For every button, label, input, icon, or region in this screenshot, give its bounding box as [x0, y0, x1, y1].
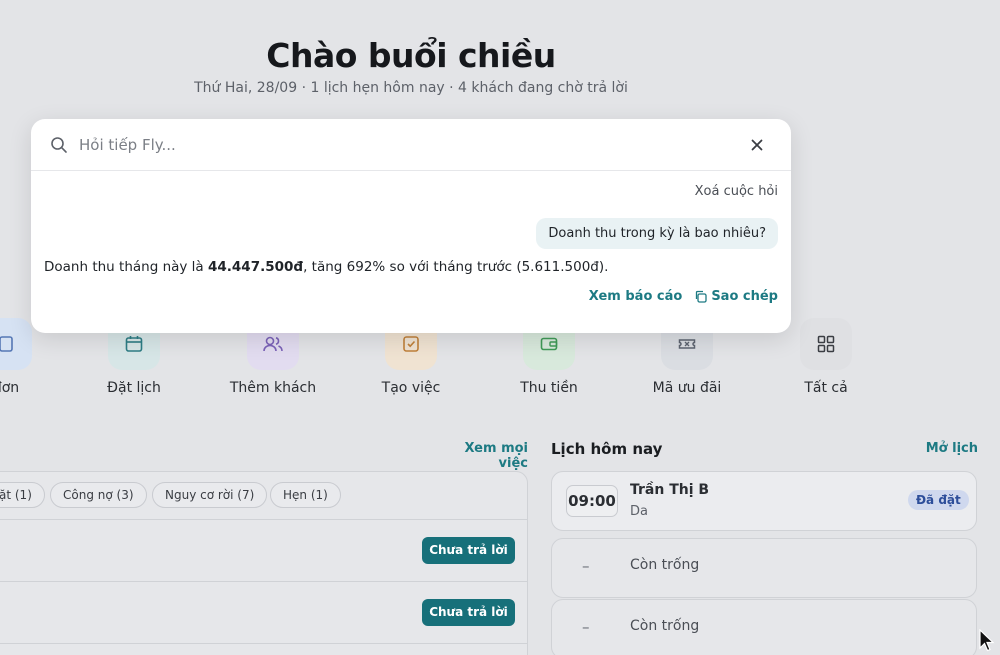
- quick-action-label: Đặt lịch: [107, 380, 161, 396]
- divider: [0, 581, 528, 582]
- status-badge: Đã đặt: [908, 490, 969, 510]
- answer-actions: Xem báo cáo Sao chép: [589, 289, 778, 307]
- mouse-cursor-icon: [979, 629, 995, 652]
- clear-conversation-link[interactable]: Xoá cuộc hỏi: [695, 184, 778, 199]
- answer-suffix: , tăng 692% so với tháng trước (5.611.50…: [303, 259, 609, 275]
- search-icon: [51, 137, 67, 153]
- schedule-slot-empty[interactable]: – Còn trống: [551, 599, 977, 655]
- chip-booked[interactable]: ặt (1): [0, 482, 45, 508]
- answer-amount: 44.447.500đ: [208, 259, 304, 275]
- ask-fly-popup: Xoá cuộc hỏi Doanh thu trong kỳ là bao n…: [31, 119, 791, 333]
- view-all-tasks-link[interactable]: Xem mọi việc: [440, 441, 529, 471]
- schedule-slot-empty[interactable]: – Còn trống: [551, 538, 977, 598]
- view-report-link[interactable]: Xem báo cáo: [589, 289, 683, 304]
- divider: [0, 519, 528, 520]
- copy-icon[interactable]: [694, 290, 707, 303]
- quick-action-label: Tạo việc: [381, 380, 441, 396]
- slot-time: –: [582, 618, 590, 636]
- search-bar: [31, 119, 791, 171]
- schedule-title: Lịch hôm nay: [551, 440, 663, 458]
- slot-customer: Trần Thị B: [630, 482, 710, 498]
- slot-service: Da: [630, 504, 648, 519]
- unanswered-button[interactable]: Chưa trả lời: [422, 537, 515, 564]
- answer-prefix: Doanh thu tháng này là: [44, 259, 208, 275]
- close-icon[interactable]: [747, 135, 767, 155]
- schedule-slot[interactable]: 09:00 Trần Thị B Da Đã đặt: [551, 471, 977, 531]
- chip-debt[interactable]: Công nợ (3): [50, 482, 147, 508]
- receipt-icon: [0, 318, 32, 370]
- slot-time: –: [582, 557, 590, 575]
- greeting-title: Chào buổi chiều: [266, 36, 556, 75]
- slot-empty-label: Còn trống: [630, 618, 700, 634]
- open-calendar-link[interactable]: Mở lịch: [900, 441, 978, 456]
- slot-empty-label: Còn trống: [630, 557, 700, 573]
- slot-time: 09:00: [566, 485, 618, 517]
- chip-churn-risk[interactable]: Nguy cơ rời (7): [152, 482, 268, 508]
- grid-icon: [800, 318, 852, 370]
- greeting-subtitle: Thứ Hai, 28/09 · 1 lịch hẹn hôm nay · 4 …: [194, 80, 628, 96]
- unanswered-button[interactable]: Chưa trả lời: [422, 599, 515, 626]
- quick-action-label: Tất cả: [804, 380, 848, 396]
- quick-action-label: đơn: [0, 380, 20, 396]
- divider: [0, 643, 528, 644]
- user-message-bubble: Doanh thu trong kỳ là bao nhiêu?: [536, 218, 778, 249]
- quick-action-label: Thêm khách: [229, 380, 317, 396]
- quick-action-label: Thu tiền: [520, 380, 578, 396]
- chip-appointment[interactable]: Hẹn (1): [270, 482, 341, 508]
- quick-action-label: Mã ưu đãi: [652, 380, 722, 396]
- copy-link[interactable]: Sao chép: [711, 289, 778, 304]
- search-input[interactable]: [79, 132, 719, 158]
- assistant-answer: Doanh thu tháng này là 44.447.500đ, tăng…: [44, 259, 608, 275]
